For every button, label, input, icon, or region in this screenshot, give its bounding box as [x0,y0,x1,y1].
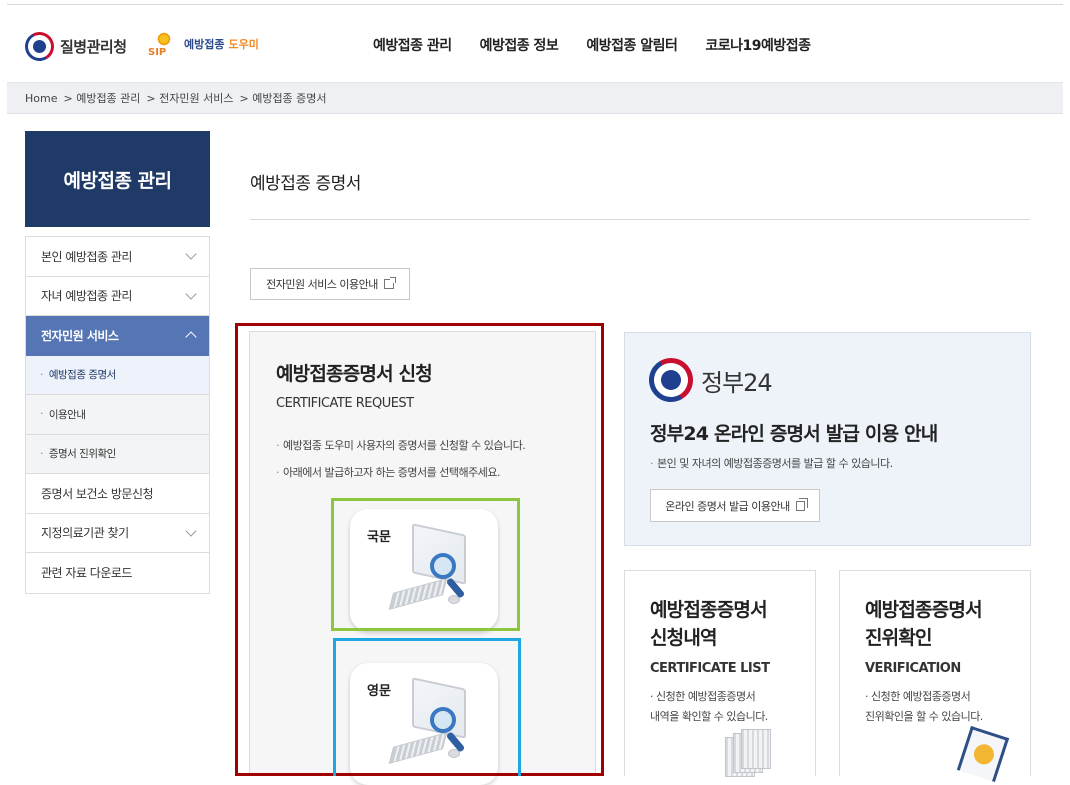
verify-card-subtitle: VERIFICATION [865,661,961,676]
bullet-icon: · [40,447,43,460]
sidebar-item-label: 증명서 진위확인 [48,448,116,461]
sidebar-item-visit-request[interactable]: 증명서 보건소 방문신청 [26,474,209,514]
sidebar-item-label: 자녀 예방접종 관리 [41,289,132,304]
taegeuk-emblem-icon [19,26,60,67]
title-divider [250,219,1030,220]
nav-vaccination-info[interactable]: 예방접종 정보 [480,35,559,55]
sidebar-item-label: 이용안내 [48,408,86,421]
chevron-up-icon [185,331,197,343]
highlight-english-option [333,638,521,776]
bullet-icon: · [40,368,43,381]
sidebar-item-label: 지정의료기관 찾기 [41,526,129,541]
verify-card-title: 예방접종증명서 진위확인 [865,599,983,649]
nav-vaccination-management[interactable]: 예방접종 관리 [373,35,452,55]
sidebar-item-find-institution[interactable]: 지정의료기관 찾기 [26,514,209,553]
external-link-icon [383,277,396,289]
document-stack-icon [725,729,775,777]
gov24-logo: 정부24 [640,349,773,411]
site-name-part2: 도우미 [228,38,259,51]
sidebar-item-label: 관련 자료 다운로드 [41,566,132,581]
chevron-down-icon [185,525,197,537]
list-card-description: · 신청한 예방접종증명서 내역을 확인할 수 있습니다. [650,690,768,723]
guide-button-label: 전자민원 서비스 이용안내 [266,278,378,291]
breadcrumb-management[interactable]: > 예방접종 관리 [63,90,140,106]
list-card-title: 예방접종증명서 신청내역 [650,599,768,649]
gov24-button-label: 온라인 증명서 발급 이용안내 [665,499,790,513]
certificate-list-card[interactable]: 예방접종증명서 신청내역 CERTIFICATE LIST · 신청한 예방접종… [624,570,816,777]
breadcrumb-certificate: > 예방접종 증명서 [239,92,327,105]
gov24-guide-button[interactable]: 온라인 증명서 발급 이용안내 [650,489,820,522]
breadcrumb: Home > 예방접종 관리 > 전자민원 서비스 > 예방접종 증명서 [7,82,1063,114]
nav-covid19[interactable]: 코로나19예방접종 [705,35,811,55]
breadcrumb-e-service[interactable]: > 전자민원 서비스 [146,90,233,106]
main-nav: 예방접종 관리 예방접종 정보 예방접종 알림터 코로나19예방접종 [373,35,811,55]
taegeuk-emblem-icon [640,349,702,411]
sidebar-item-label: 예방접종 증명서 [48,369,116,382]
sun-logo-icon: SIP [148,30,180,58]
gov24-title: 정부24 온라인 증명서 발급 이용 안내 [650,423,938,445]
gov24-logo-text: 정부24 [701,368,773,397]
sidebar-menu: 본인 예방접종 관리 자녀 예방접종 관리 전자민원 서비스 · 예방접종 증명… [25,236,210,594]
verify-card-description: · 신청한 예방접종증명서 진위확인을 할 수 있습니다. [865,690,983,723]
kdca-logo[interactable]: 질병관리청 [19,26,127,67]
certificate-seal-icon [956,725,1010,783]
site-name-part1: 예방접종 [184,38,225,51]
highlight-korean-option [331,498,520,631]
sidebar-item-my-vaccination[interactable]: 본인 예방접종 관리 [26,237,209,277]
sidebar-title: 예방접종 관리 [25,131,210,227]
site-header: 질병관리청 SIP 예방접종 도우미 예방접종 관리 예방접종 정보 예방접종 알… [7,6,1063,82]
bullet-icon: · [40,408,43,421]
chevron-down-icon [185,288,197,300]
sidebar-subitem-verification[interactable]: · 증명서 진위확인 [26,434,209,474]
list-card-subtitle: CERTIFICATE LIST [650,661,770,676]
org-name: 질병관리청 [60,38,127,56]
verification-card[interactable]: 예방접종증명서 진위확인 VERIFICATION · 신청한 예방접종증명서 … [839,570,1031,783]
e-service-guide-button[interactable]: 전자민원 서비스 이용안내 [250,268,410,300]
page-title: 예방접종 증명서 [250,174,361,194]
sidebar-item-e-service[interactable]: 전자민원 서비스 [26,316,209,356]
sip-logo-text: SIP [148,47,167,58]
breadcrumb-home[interactable]: Home [25,92,57,105]
top-border [7,4,1063,5]
chevron-down-icon [185,248,197,260]
sidebar-subitem-guide[interactable]: · 이용안내 [26,395,209,435]
sidebar-subitem-certificate[interactable]: · 예방접종 증명서 [26,355,209,395]
new-window-icon [795,497,808,511]
sidebar-item-child-vaccination[interactable]: 자녀 예방접종 관리 [26,277,209,316]
gov24-description: 본인 및 자녀의 예방접종증명서를 발급 할 수 있습니다. [650,455,893,471]
sidebar-item-downloads[interactable]: 관련 자료 다운로드 [26,553,209,593]
sidebar-item-label: 전자민원 서비스 [41,328,119,343]
site-logo[interactable]: SIP 예방접종 도우미 [148,30,259,58]
sidebar-item-label: 증명서 보건소 방문신청 [41,486,154,501]
nav-vaccination-notice[interactable]: 예방접종 알림터 [586,35,678,55]
sidebar-item-label: 본인 예방접종 관리 [41,249,132,264]
